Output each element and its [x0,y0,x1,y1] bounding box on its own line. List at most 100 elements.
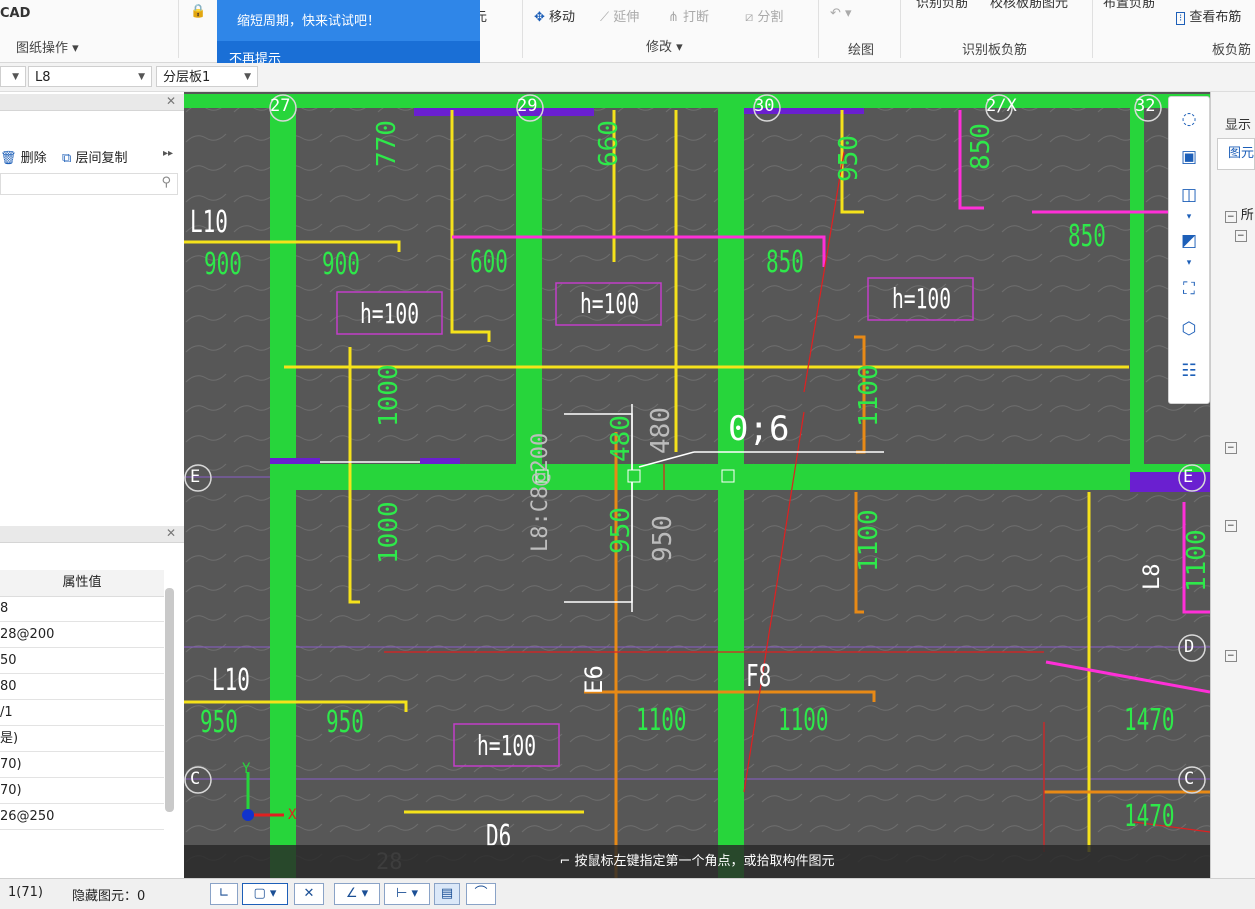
slab-thickness-label: h=100 [580,287,640,320]
group-identify-slab-neg: 识别板负筋 [962,43,1028,58]
dimension-label: 950 [606,507,636,554]
search-input[interactable]: ⚲ [0,173,178,195]
break-button[interactable]: ⋔ 打断 [668,6,709,25]
ucs-x-label: X [288,807,297,823]
beam-label: F8 [746,659,772,694]
lock-icon[interactable]: 🔒 [190,4,206,19]
dynamic-input-icon[interactable]: ▤ [434,883,460,905]
dimension-label: 1100 [1182,529,1210,592]
dimension-label: 480 [606,415,636,462]
right-pane: 显示 图元 − 所 − − − − [1210,92,1255,878]
cursor-icon: ⌐ [559,854,571,869]
group-slab-neg: 板负筋 [1212,43,1252,58]
layer-select[interactable]: 分层板1 ▼ [156,66,258,87]
split-button[interactable]: ⧄ 分割 [745,6,783,25]
status-bar: 1(71) 隐藏图元：0 ∟ ▢ ▾ ✕ ∠ ▾ ⊢ ▾ ▤ ⌒ [0,878,1255,909]
property-row[interactable]: 80 [0,674,164,700]
drawing-canvas[interactable]: 2729302/X32EEDCC287706609508501000110048… [184,92,1210,878]
dimension-label: 900 [322,247,360,282]
orbit-icon[interactable]: ◌ [1177,107,1201,131]
type-select[interactable]: ▼ [0,66,26,87]
component-panel-header: ✕ [0,94,184,111]
property-row[interactable]: 70) [0,752,164,778]
snap-icon[interactable]: ⊢ ▾ [384,883,430,905]
slab-thickness-label: h=100 [360,297,420,330]
zoom-extents-icon[interactable]: ⛶ [1177,277,1201,301]
hint-text: 按鼠标左键指定第一个角点，或拾取构件图元 [574,854,835,869]
dimension-label: 770 [372,120,402,167]
property-row[interactable]: 26@250 [0,804,164,830]
close-icon[interactable]: ✕ [166,94,176,108]
more-icon[interactable]: ▸▸ [163,148,173,159]
chevron-down-icon[interactable]: ▾ [1177,251,1201,275]
view-layout-icon: ⁝ [1176,12,1186,25]
property-row[interactable]: /1 [0,700,164,726]
group-draw: 绘图 [848,43,875,58]
collapse-icon[interactable]: − [1225,650,1237,662]
view-toolbar: ◌ ▣ ◫ ▾ ◩ ▾ ⛶ ⬡ ☷ [1168,96,1210,404]
extend-icon: ⟋ [600,10,610,25]
beam-label: L8 [1140,563,1165,591]
dimension-label: 950 [326,705,364,740]
dimension-label: 900 [204,247,242,282]
property-row[interactable]: 8 [0,596,164,622]
move-button[interactable]: ✥ 移动 [534,6,575,25]
beam-label: L10 [212,663,250,698]
cube-filled-icon[interactable]: ◩ [1177,229,1201,253]
dimension-label: 480 [646,407,676,454]
ortho-icon[interactable]: ∟ [210,883,238,905]
prop-header: 属性值 [0,570,164,597]
dimension-label: 1470 [1124,799,1175,834]
copy-icon: ⧉ [62,151,72,166]
axis-label: 27 [270,96,291,116]
3d-view-icon[interactable]: ▣ [1177,145,1201,169]
property-row[interactable]: 是) [0,726,164,752]
collapse-icon: − [1225,211,1237,223]
place-neg-button[interactable]: 布置负筋 [1103,0,1155,11]
feature-tooltip: 缩短周期，快来试试吧！ 不再提示 [217,0,480,72]
dimension-label: 950 [648,515,678,562]
extend-button[interactable]: ⟋ 延伸 [600,6,639,25]
arc-snap-icon[interactable]: ⌒ [466,883,496,905]
left-pane: ✕ 🗑 删除 ⧉ 层间复制 ▸▸ ⚲ ✕ 属性值 8 28@200 50 80/1 是)… [0,92,185,878]
identify-neg-button[interactable]: 识别负筋 [916,0,968,11]
beam-label: E6 [580,665,608,694]
beam-label: L10 [190,205,228,240]
hidden-count: 隐藏图元：0 [72,889,146,904]
split-icon: ⧄ [745,10,754,25]
collapse-icon[interactable]: − [1225,442,1237,454]
cross-select-icon[interactable]: ✕ [294,883,324,905]
cube-icon[interactable]: ◫ [1177,183,1201,207]
delete-button[interactable]: 🗑 删除 [0,147,47,166]
tab-elements[interactable]: 图元 [1217,138,1255,170]
check-slab-button[interactable]: 校核板筋图元 [990,0,1068,11]
tree-root[interactable]: − 所 [1225,204,1254,223]
chevron-down-icon[interactable]: ▾ [1177,205,1201,229]
group-modify[interactable]: 修改 ▾ [646,36,683,55]
scrollbar[interactable] [165,588,174,812]
angle-icon[interactable]: ∠ ▾ [334,883,380,905]
axis-label: 30 [754,96,775,116]
rect-select-icon[interactable]: ▢ ▾ [242,883,288,905]
arc-icon[interactable]: ↶ ▾ [830,6,852,21]
dimension-label: 1000 [374,364,404,427]
copy-floor-button[interactable]: ⧉ 层间复制 [62,147,127,166]
close-icon[interactable]: ✕ [166,526,176,540]
dimension-label: 1100 [636,703,687,738]
display-settings-icon[interactable]: ☷ [1177,359,1201,383]
cad-drawing[interactable] [184,92,1210,878]
dimension-label: 1000 [374,501,404,564]
axis-label: 29 [517,96,538,116]
collapse-icon[interactable]: − [1225,520,1237,532]
group-drawing-ops[interactable]: 图纸操作 ▾ [16,37,79,56]
dimension-label: 950 [834,135,864,182]
property-row[interactable]: 50 [0,648,164,674]
display-3d-icon[interactable]: ⬡ [1177,317,1201,341]
component-select[interactable]: L8 ▼ [28,66,152,87]
tooltip-message: 缩短周期，快来试试吧！ [237,14,381,29]
property-row[interactable]: 70) [0,778,164,804]
property-row[interactable]: 28@200 [0,622,164,648]
collapse-icon[interactable]: − [1235,230,1247,242]
trash-icon: 🗑 [0,151,17,166]
view-layout-button[interactable]: ⁝ 查看布筋 [1176,6,1241,25]
